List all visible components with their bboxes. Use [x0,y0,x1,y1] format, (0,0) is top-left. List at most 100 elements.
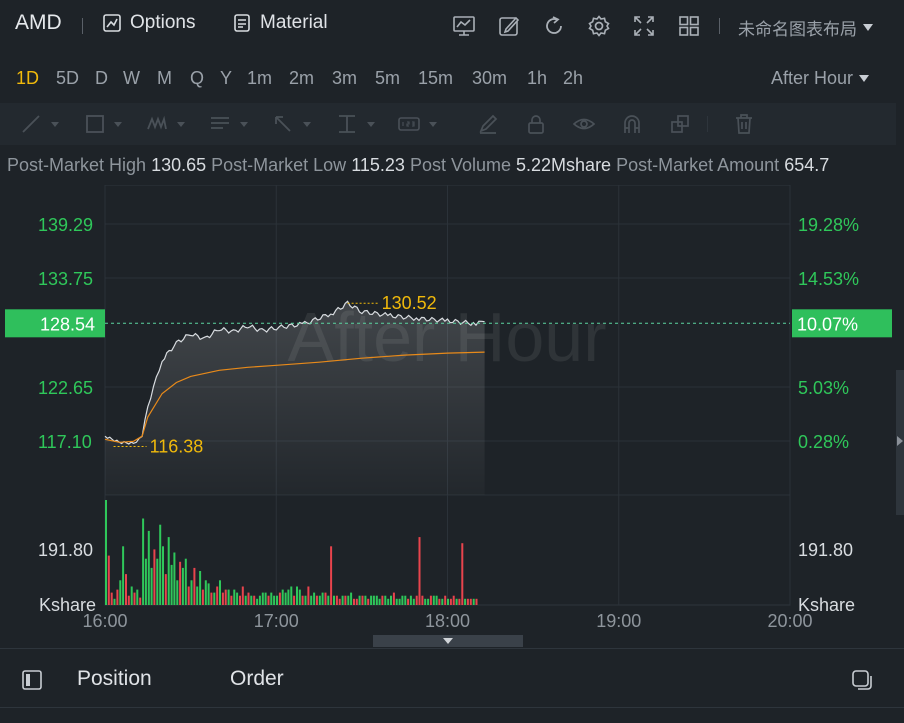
fullscreen-icon[interactable] [632,14,656,38]
percent-axis-label: 5.03% [798,378,849,398]
volume-bar [472,598,475,605]
post-market-stats: Post-Market High 130.65 Post-Market Low … [7,155,897,176]
wave-pattern-icon[interactable] [146,113,168,135]
volume-bar [221,592,224,605]
toolbar-divider [707,116,708,132]
arrow-tool-icon[interactable] [272,113,294,135]
volume-bar [452,595,455,605]
volume-bar [216,586,219,605]
collapse-chart-tab[interactable] [373,635,523,647]
volume-bar [447,598,449,605]
volume-bar [458,598,461,605]
tab-position[interactable]: Position [77,667,152,691]
trash-icon[interactable] [733,113,755,135]
top-toolbar: AMD Options Material 未命名图表布局 [0,0,904,52]
volume-bar [418,537,421,605]
options-button[interactable]: Options [102,12,195,34]
volume-bar [384,595,387,605]
period-y[interactable]: Y [220,68,232,89]
volume-bar [449,598,452,605]
volume-bar [250,595,253,605]
draw-edit-icon[interactable] [497,14,521,38]
session-selector[interactable]: After Hour [771,68,870,89]
volume-bar [390,595,392,605]
time-axis-label: 19:00 [596,611,641,631]
volume-bar [301,595,304,605]
period-q[interactable]: Q [190,68,204,89]
period-5m[interactable]: 5m [375,68,400,89]
volume-bar [181,567,184,605]
tab-order[interactable]: Order [230,667,284,691]
right-panel-handle[interactable] [896,370,904,515]
period-2h[interactable]: 2h [563,68,583,89]
chevron-down-icon [51,122,59,127]
volume-axis-label: 191.80 [38,540,93,560]
text-note-icon[interactable] [209,113,231,135]
refresh-icon[interactable] [542,14,566,38]
volume-bar [150,567,153,605]
volume-bar [159,524,162,605]
chart-canvas[interactable]: After Hour 130.52116.38 139.29133.75122.… [0,185,896,633]
volume-bar [298,589,301,605]
period-3m[interactable]: 3m [332,68,357,89]
percent-axis-label: 19.28% [798,215,859,235]
rectangle-tool-icon[interactable] [84,113,106,135]
chevron-down-icon [429,122,437,127]
symbol-ticker[interactable]: AMD [15,11,62,35]
brush-icon[interactable] [477,113,499,135]
volume-bar [435,595,438,605]
post-amount-label: Post-Market Amount [616,155,780,175]
volume-bar [333,595,335,605]
time-axis-label: 20:00 [767,611,812,631]
sidebar-toggle-icon[interactable] [21,669,43,691]
volume-bar [196,586,199,605]
period-15m[interactable]: 15m [418,68,453,89]
period-2m[interactable]: 2m [289,68,314,89]
volume-bar [258,595,261,605]
lock-icon[interactable] [525,113,547,135]
popout-window-icon[interactable] [850,668,874,692]
period-d[interactable]: D [95,68,108,89]
volume-bars [105,500,478,605]
period-1h[interactable]: 1h [527,68,547,89]
chevron-down-icon [303,122,311,127]
time-axis-label: 18:00 [425,611,470,631]
material-button[interactable]: Material [232,12,328,34]
volume-bar [184,558,187,605]
price-axis-label: 122.65 [38,378,93,398]
volume-bar [381,595,384,605]
volume-bar [170,564,173,605]
copy-layers-icon[interactable] [669,113,691,135]
eye-icon[interactable] [573,113,595,135]
volume-bar [296,586,298,605]
price-label-icon[interactable] [398,113,420,135]
trend-line-icon[interactable] [20,113,42,135]
current-percent-label: 10.07% [797,314,858,334]
layout-grid-icon[interactable] [677,14,701,38]
volume-bar [401,595,404,605]
volume-bar [318,595,321,605]
chevron-down-icon [859,75,870,82]
period-30m[interactable]: 30m [472,68,507,89]
volume-bar [122,546,125,605]
volume-bar [190,580,193,605]
volume-bar [392,592,395,605]
volume-bar [455,598,458,605]
magnet-icon[interactable] [621,113,643,135]
current-price-label: 128.54 [40,314,95,334]
period-w[interactable]: W [123,68,140,89]
toolbar-divider [82,18,83,34]
period-1d[interactable]: 1D [16,68,39,89]
period-5d[interactable]: 5D [56,68,79,89]
measure-tool-icon[interactable] [336,113,358,135]
chart-indicator-icon[interactable] [452,14,476,38]
volume-bar [136,589,139,605]
price-chart[interactable]: After Hour 130.52116.38 139.29133.75122.… [0,185,896,633]
settings-icon[interactable] [587,14,611,38]
period-1m[interactable]: 1m [247,68,272,89]
layout-selector[interactable]: 未命名图表布局 [738,15,873,40]
options-chart-icon [103,14,121,32]
volume-bar [236,592,239,605]
period-m[interactable]: M [157,68,172,89]
volume-bar [395,598,398,605]
